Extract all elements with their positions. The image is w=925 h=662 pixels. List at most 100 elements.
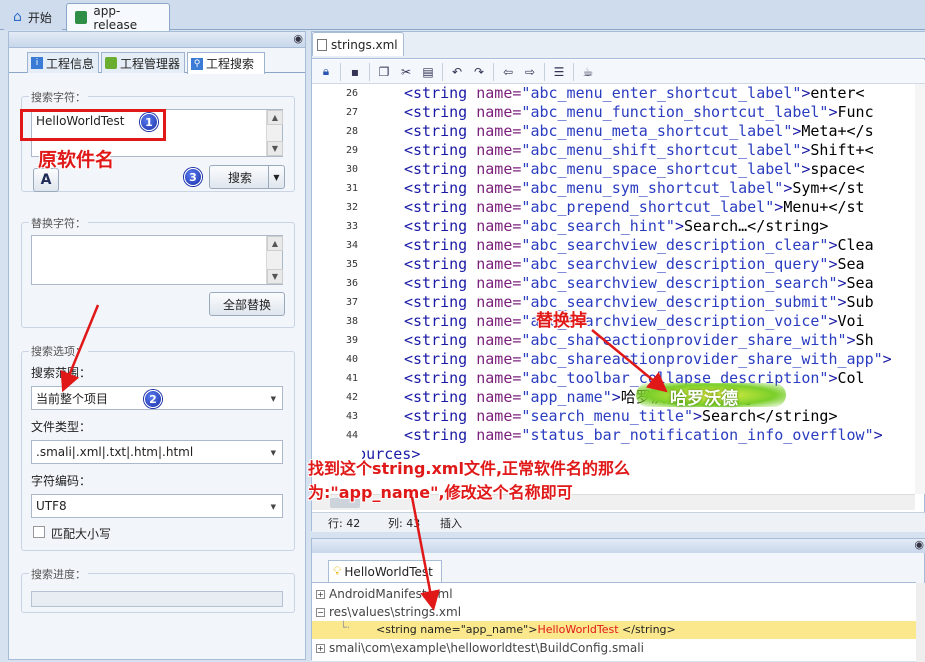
progress-group-label: 搜索进度：	[29, 566, 88, 582]
chevron-down-icon[interactable]: ▼	[268, 166, 284, 188]
code-line[interactable]: <string name="abc_search_hint">Search…</…	[404, 217, 828, 236]
replace-input-scrollbar[interactable]: ▲ ▼	[266, 236, 283, 284]
search-results-panel: ◉ 💡︎ HelloWorldTest + AndroidManifest.xm…	[311, 538, 925, 662]
tab-start-label: 开始	[27, 10, 52, 25]
filetype-select[interactable]: .smali|.xml|.txt|.htm|.html ▼	[31, 440, 283, 464]
tab-results[interactable]: 💡︎ HelloWorldTest	[328, 560, 442, 582]
code-line[interactable]: <string name="abc_searchview_description…	[404, 274, 874, 293]
undo-icon[interactable]: ↶	[447, 62, 467, 82]
editor-toolbar: 🔒︎ ▪ ❐ ✂ ▤ ↶ ↷ ⇦ ⇨ ☰ ☕︎	[312, 60, 925, 84]
android-icon	[75, 11, 88, 24]
tree-item-strings[interactable]: − res\values\strings.xml	[316, 603, 461, 621]
results-header: ◉	[312, 538, 925, 553]
code-line[interactable]: <string name="search_menu_title">Search<…	[404, 407, 838, 426]
code-line[interactable]: <string name="abc_menu_sym_shortcut_labe…	[404, 179, 865, 198]
code-line[interactable]: <string name="abc_shareactionprovider_sh…	[404, 331, 874, 350]
code-line[interactable]: <string name="abc_prepend_shortcut_label…	[404, 198, 865, 217]
code-line[interactable]: <string name="abc_searchview_description…	[404, 236, 874, 255]
scope-value: 当前整个项目	[36, 391, 109, 406]
document-tab-bar: ⌂ 开始 app-release	[0, 0, 925, 32]
tab-strings-xml[interactable]: strings.xml	[312, 32, 404, 56]
explanation-note: 找到这个string.xml文件,正常软件名的那么 为:"app_name",修…	[308, 457, 630, 505]
line-number: 29	[345, 145, 358, 156]
line-number: 38	[345, 316, 358, 327]
encoding-select[interactable]: UTF8 ▼	[31, 494, 283, 518]
code-area[interactable]: <string name="abc_menu_enter_shortcut_la…	[362, 84, 915, 494]
scroll-up-icon[interactable]: ▲	[267, 110, 283, 125]
replace-note: 替换掉	[536, 311, 587, 331]
save-icon[interactable]: ▪	[345, 62, 365, 82]
line-number: 31	[345, 183, 358, 194]
expander-icon[interactable]: −	[316, 607, 325, 617]
explanation-line-1: 找到这个string.xml文件,正常软件名的那么	[308, 459, 631, 478]
panel-subtabs: i 工程信息 工程管理器 ⚲ 工程搜索	[9, 49, 305, 74]
line-number: 28	[345, 126, 358, 137]
match-case-checkbox[interactable]	[33, 526, 45, 538]
search-input-scrollbar[interactable]: ▲ ▼	[266, 110, 283, 156]
cut-icon[interactable]: ✂	[396, 62, 416, 82]
line-number: 26	[345, 88, 358, 99]
results-scrollbar[interactable]	[916, 583, 925, 662]
chevron-down-icon: ▼	[270, 503, 276, 511]
tab-strings-xml-label: strings.xml	[331, 37, 398, 52]
replace-all-button[interactable]: 全部替换	[209, 292, 285, 316]
replace-text-input[interactable]: ▲ ▼	[31, 235, 283, 285]
new-name-note: 哈罗沃德	[670, 389, 738, 409]
line-number: 30	[345, 164, 358, 175]
tree-item-manifest[interactable]: + AndroidManifest.xml	[316, 585, 453, 603]
code-line[interactable]: <string name="abc_toolbar_collapse_descr…	[404, 369, 865, 388]
code-line[interactable]: <string name="abc_shareactionprovider_sh…	[404, 350, 892, 369]
lock-icon[interactable]: 🔒︎	[316, 62, 336, 82]
tab-project-info[interactable]: i 工程信息	[27, 52, 99, 73]
code-line[interactable]: <string name="abc_menu_space_shortcut_la…	[404, 160, 865, 179]
editor-status-bar: 行: 42 列: 43 插入	[312, 512, 925, 532]
wrap-icon[interactable]: ☰	[549, 62, 569, 82]
match-text: <string name="app_name">HelloWorldTest <…	[376, 623, 676, 636]
java-icon[interactable]: ☕︎	[578, 62, 598, 82]
code-line[interactable]: <string name="abc_searchview_description…	[404, 312, 865, 331]
code-line[interactable]: <string name="status_bar_notification_in…	[404, 426, 883, 445]
back-icon[interactable]: ⇦	[498, 62, 518, 82]
forward-icon[interactable]: ⇨	[520, 62, 540, 82]
tab-project-info-label: 工程信息	[46, 56, 95, 71]
code-line[interactable]: <string name="abc_menu_meta_shortcut_lab…	[404, 122, 874, 141]
expander-icon[interactable]: +	[316, 643, 325, 653]
match-case-label: 匹配大小写	[51, 527, 112, 541]
code-line[interactable]: <string name="abc_menu_function_shortcut…	[404, 103, 874, 122]
tree-item-buildconfig[interactable]: + smali\com\example\helloworldtest\Build…	[316, 639, 644, 657]
scroll-up-icon[interactable]: ▲	[267, 236, 283, 251]
copy-icon[interactable]: ❐	[374, 62, 394, 82]
search-button[interactable]: 搜索 ▼	[209, 165, 285, 189]
code-line[interactable]: <string name="abc_menu_enter_shortcut_la…	[404, 84, 865, 103]
expander-icon[interactable]: +	[316, 589, 325, 599]
status-mode: 插入	[440, 516, 462, 530]
vertical-scrollbar[interactable]	[915, 84, 925, 494]
line-number-gutter: 26 27 28 29 30 31 32 33 34 35 36 37 38 39 40 41 42 43 44	[312, 84, 362, 494]
tab-app-release[interactable]: app-release	[66, 3, 170, 32]
scroll-down-icon[interactable]: ▼	[267, 269, 283, 284]
code-line[interactable]: <string name="abc_menu_shift_shortcut_la…	[404, 141, 874, 160]
line-number: 39	[345, 335, 358, 346]
home-icon: ⌂	[13, 9, 22, 25]
match-row[interactable]: └· <string name="app_name">HelloWorldTes…	[312, 621, 916, 639]
code-line[interactable]: <string name="abc_searchview_description…	[404, 293, 874, 312]
code-line[interactable]: <string name="abc_searchview_description…	[404, 255, 865, 274]
paste-icon[interactable]: ▤	[418, 62, 438, 82]
tab-start[interactable]: ⌂ 开始	[4, 3, 62, 30]
tab-project-search[interactable]: ⚲ 工程搜索	[187, 52, 265, 74]
line-number: 42	[345, 392, 358, 403]
redo-icon[interactable]: ↷	[469, 62, 489, 82]
options-group-label: 搜索选项：	[29, 343, 88, 359]
scroll-down-icon[interactable]: ▼	[267, 141, 283, 156]
filetype-value: .smali|.xml|.txt|.htm|.html	[36, 445, 194, 459]
tab-project-manager-label: 工程管理器	[120, 56, 181, 71]
eye-icon[interactable]: ◉	[293, 32, 303, 45]
tab-project-manager[interactable]: 工程管理器	[101, 52, 185, 73]
results-tree[interactable]: + AndroidManifest.xml − res\values\strin…	[312, 582, 925, 662]
eye-icon[interactable]: ◉	[914, 538, 924, 551]
line-number: 43	[345, 411, 358, 422]
scope-label: 搜索范围：	[31, 366, 92, 380]
encoding-value: UTF8	[36, 499, 67, 513]
replace-all-button-label: 全部替换	[222, 297, 271, 312]
search-button-label: 搜索	[227, 170, 252, 185]
